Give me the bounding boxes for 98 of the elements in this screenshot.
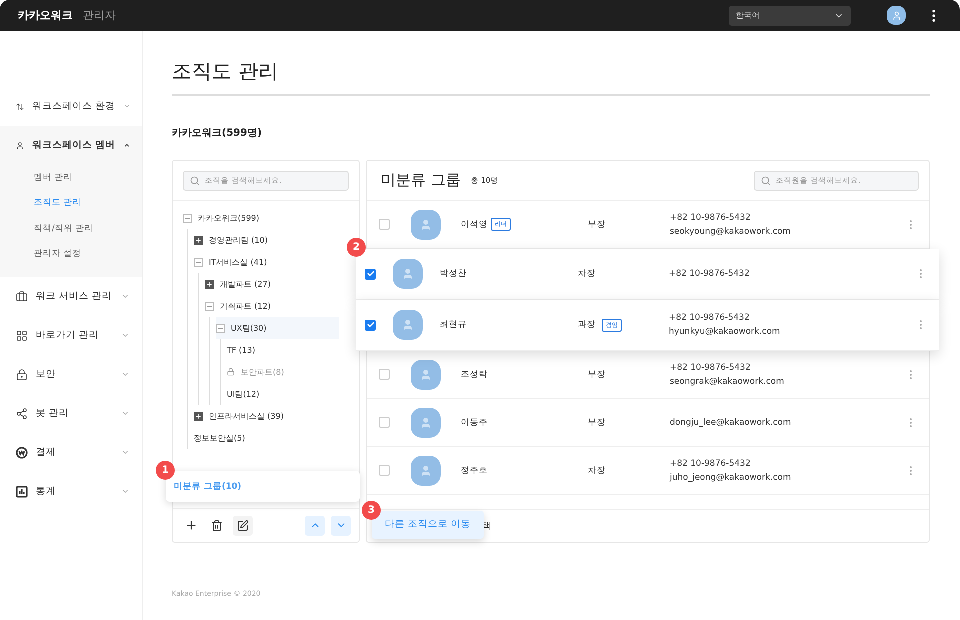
member-email: juho_jeong@kakaowork.com — [670, 472, 792, 482]
tree-item[interactable]: 경영관리팀 (10) — [194, 229, 339, 251]
member-position: 부장 — [588, 416, 606, 428]
checkbox[interactable] — [379, 369, 390, 380]
avatar — [393, 259, 423, 289]
edit-button[interactable] — [233, 516, 253, 536]
member-phone: +82 10-9876-5432 — [670, 362, 752, 372]
member-email: hyunkyu@kakaowork.com — [669, 327, 782, 337]
move-down-button[interactable] — [331, 516, 351, 536]
tree-item[interactable]: 카카오워크(599) — [183, 207, 339, 229]
tree-item[interactable]: TF (13) — [227, 339, 339, 361]
tree-item[interactable]: 인프라서비스실 (39) — [194, 405, 339, 427]
chevron-down-icon — [121, 370, 130, 379]
tree-item[interactable]: 정보보안실(5) — [194, 427, 339, 449]
sidebar-icon — [16, 290, 28, 302]
page-title: 조직도 관리 — [172, 51, 930, 96]
member-name: 박성찬 — [440, 268, 467, 280]
sidebar-icon — [16, 446, 28, 458]
sidebar-item[interactable]: 결제 — [0, 433, 142, 472]
step-badge: 1 — [156, 461, 175, 480]
sidebar-item[interactable]: 보안 — [0, 355, 142, 394]
member-row[interactable]: 이동주 부장 dongju_lee@kakaowork.com — [367, 399, 929, 447]
member-phone: +82 10-9876-5432 — [670, 458, 752, 468]
member-name: 정주호 — [461, 464, 488, 476]
sidebar-icon — [16, 140, 24, 152]
member-position: 차장 — [578, 268, 596, 280]
sidebar-item[interactable]: 워크 서비스 관리 — [0, 277, 142, 316]
group-title: 미분류 그룹 — [381, 171, 461, 190]
org-label: 카카오워크(599명) — [172, 127, 264, 140]
sidebar-item[interactable]: 바로가기 관리 — [0, 316, 142, 355]
collapse-icon[interactable] — [216, 324, 225, 332]
member-email: seokyoung@kakaowork.com — [670, 226, 792, 236]
tree-item[interactable]: UI팀(12) — [227, 383, 339, 405]
member-phone: +82 10-9876-5432 — [670, 212, 752, 222]
sidebar-item[interactable]: 워크스페이스 환경 — [0, 87, 142, 126]
sidebar-subitem[interactable]: 멤버 관리 — [0, 165, 142, 190]
language-select[interactable]: 한국어 — [729, 6, 851, 26]
member-name: 조성락 — [461, 368, 488, 380]
tree-item[interactable]: 기획파트 (12) — [205, 295, 339, 317]
member-position: 과장 — [578, 319, 596, 331]
lock-icon — [227, 368, 235, 376]
expand-icon[interactable] — [205, 280, 214, 288]
member-position: 부장 — [588, 218, 606, 230]
chevron-down-icon — [121, 448, 130, 457]
member-phone: +82 10-9876-5432 — [669, 313, 751, 323]
chevron-down-icon — [121, 487, 130, 496]
avatar — [411, 210, 441, 240]
collapse-icon[interactable] — [183, 214, 192, 222]
trash-icon — [211, 520, 223, 532]
member-name: 이석영 — [461, 218, 488, 230]
search-icon — [761, 176, 771, 186]
member-name: 이동주 — [461, 416, 488, 428]
sidebar-icon — [16, 408, 28, 420]
app-subtitle: 관리자 — [83, 8, 116, 23]
checkbox[interactable] — [379, 465, 390, 476]
sidebar-subitem[interactable]: 관리자 설정 — [0, 242, 142, 267]
selected-member-row[interactable]: 박성찬 차장 +82 10-9876-5432 — [356, 249, 939, 300]
member-email: seongrak@kakaowork.com — [670, 376, 786, 386]
expand-icon[interactable] — [194, 236, 203, 244]
avatar — [393, 310, 423, 340]
step-badge: 2 — [347, 238, 366, 257]
chevron-down-icon — [121, 292, 130, 301]
sidebar-icon — [16, 368, 28, 380]
tree-item[interactable]: IT서비스실 (41) — [194, 251, 339, 273]
search-icon — [190, 176, 200, 186]
collapse-icon[interactable] — [205, 302, 214, 310]
sidebar-item[interactable]: 통계 — [0, 472, 142, 511]
sidebar-item[interactable]: 봇 관리 — [0, 394, 142, 433]
checkbox[interactable] — [379, 219, 390, 230]
member-phone: +82 10-9876-5432 — [669, 269, 751, 279]
step-badge: 3 — [362, 500, 381, 520]
member-position: 차장 — [588, 464, 606, 476]
avatar — [411, 408, 441, 438]
sidebar-icon — [16, 486, 28, 498]
app-name: 카카오워크 — [18, 8, 73, 23]
sidebar-item[interactable]: 워크스페이스 멤버 — [0, 126, 142, 165]
sidebar-subitem[interactable]: 직책/직위 관리 — [0, 216, 142, 242]
checkbox[interactable] — [379, 417, 390, 428]
member-position: 부장 — [588, 368, 606, 380]
avatar — [411, 360, 441, 390]
user-avatar[interactable] — [887, 6, 906, 25]
move-up-button[interactable] — [305, 516, 325, 536]
checkbox[interactable] — [365, 320, 376, 330]
checkbox[interactable] — [365, 268, 376, 280]
member-email: dongju_lee@kakaowork.com — [670, 418, 792, 428]
tree-item[interactable]: UX팀(30) — [216, 317, 339, 339]
expand-icon[interactable] — [194, 412, 203, 420]
pencil-icon — [237, 520, 249, 532]
avatar — [411, 456, 441, 486]
chevron-down-icon — [121, 331, 130, 340]
collapse-icon[interactable] — [194, 258, 203, 266]
member-name: 최현규 — [440, 319, 467, 331]
sidebar-icon — [16, 330, 28, 342]
member-row[interactable]: 정주호 차장 +82 10-9876-5432 juho_jeong@kakaowork.com — [367, 447, 929, 495]
chevron-down-icon — [121, 409, 130, 418]
member-row[interactable]: 조성락 부장 +82 10-9876-5432 seongrak@kakaowork.com — [367, 351, 929, 399]
plus-icon — [184, 519, 198, 532]
tree-item[interactable]: 개발파트 (27) — [205, 273, 339, 295]
